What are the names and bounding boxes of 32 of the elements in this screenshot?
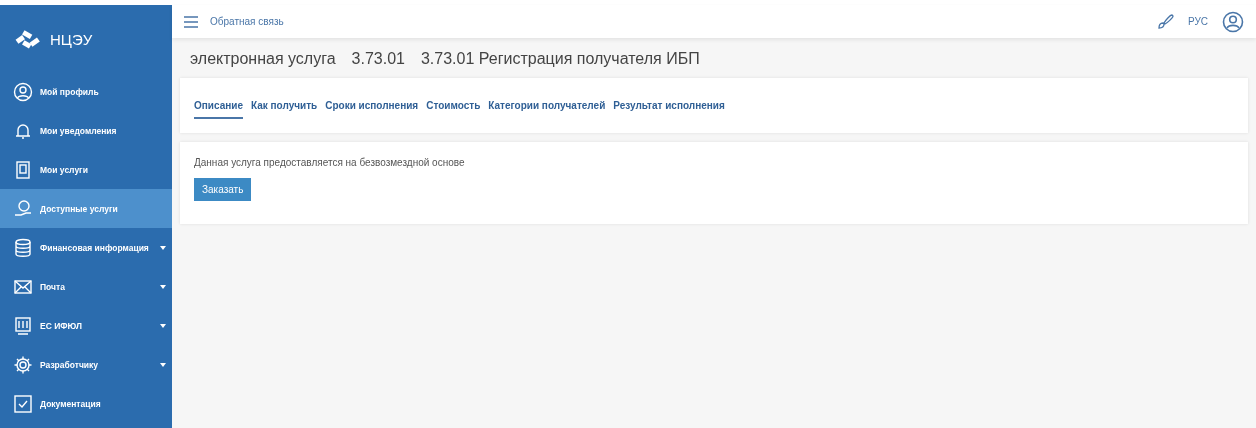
sidebar-item[interactable]: Финансовая информация xyxy=(0,228,172,267)
brush-icon[interactable] xyxy=(1155,12,1174,31)
tab[interactable]: Как получить xyxy=(250,98,318,119)
checkbox-icon xyxy=(13,393,33,414)
database-icon xyxy=(13,237,33,258)
tab[interactable]: Описание xyxy=(194,98,243,119)
gear-icon xyxy=(13,354,33,375)
sidebar-item[interactable]: Мои услуги xyxy=(0,150,172,189)
logo-text: НЦЭУ xyxy=(50,31,93,48)
menu-icon[interactable] xyxy=(184,15,198,28)
page-title: 3.73.01 xyxy=(351,50,405,69)
tab[interactable]: Сроки исполнения xyxy=(325,98,419,119)
sidebar-item[interactable]: ЕС ИФЮЛ xyxy=(0,306,172,345)
description-text: Данная услуга предоставляется на безвозмездной основе xyxy=(194,157,466,168)
sidebar-item[interactable]: Почта xyxy=(0,267,172,306)
feedback-link[interactable]: Обратная связь xyxy=(210,16,284,27)
user-icon xyxy=(13,81,33,102)
sidebar-item[interactable]: Документация xyxy=(0,384,172,423)
tab[interactable]: Стоимость xyxy=(426,98,481,119)
building-icon xyxy=(13,315,33,336)
language-label[interactable]: РУС xyxy=(1187,16,1208,27)
tab[interactable]: Категории получателей xyxy=(488,98,606,119)
page-title: 3.73.01 Регистрация получателя ИБП xyxy=(420,50,700,69)
user-icon[interactable] xyxy=(1222,10,1244,33)
sidebar-item[interactable]: Мои уведомления xyxy=(0,111,172,150)
sidebar-item[interactable]: Доступные услуги xyxy=(0,189,172,228)
sidebar-item[interactable]: Мой профиль xyxy=(0,72,172,111)
sidebar-item[interactable]: Разработчику xyxy=(0,345,172,384)
document-icon xyxy=(13,159,33,180)
order-button[interactable]: Заказать xyxy=(194,178,252,201)
tab[interactable]: Результат исполнения xyxy=(613,98,725,119)
page-title: электронная услуга xyxy=(190,50,336,69)
